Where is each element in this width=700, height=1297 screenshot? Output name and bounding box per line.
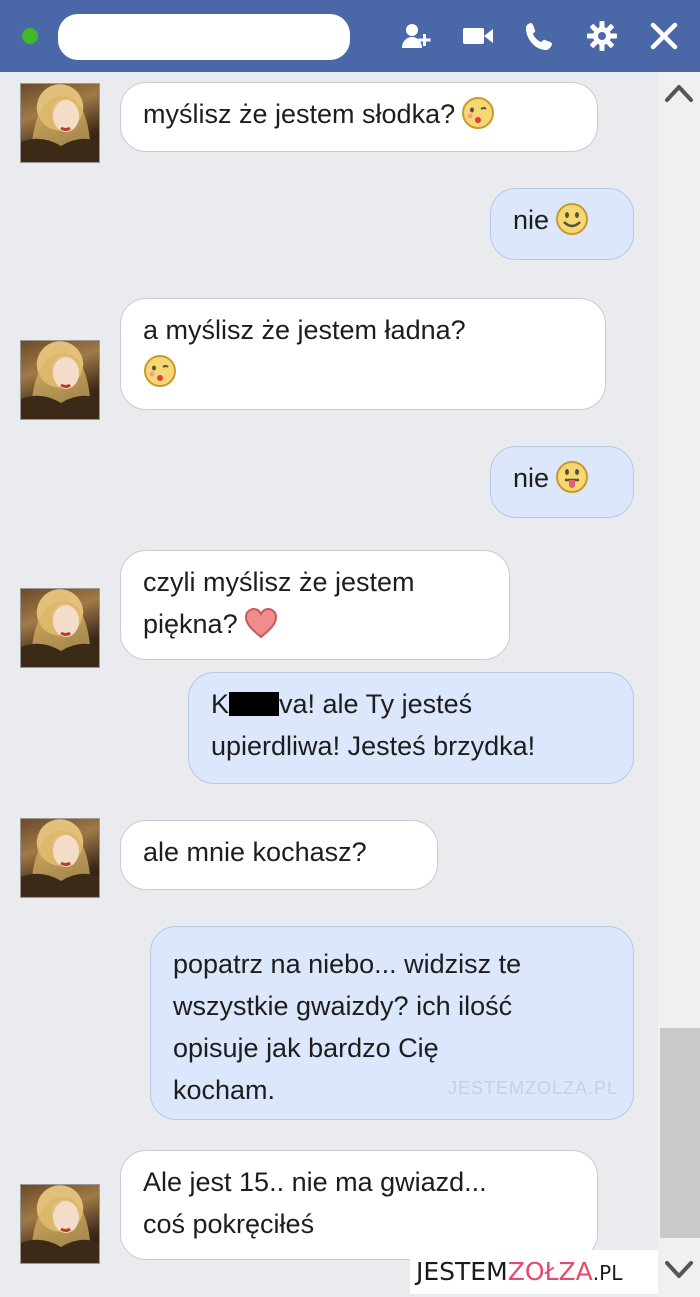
message-text: czyli myślisz że jestem — [143, 567, 415, 597]
censor-bar — [229, 692, 280, 716]
message-text: nie — [513, 463, 550, 493]
message-text: wszystkie gwaizdy? ich ilość — [173, 991, 513, 1021]
message-bubble-incoming: czyli myślisz że jestem piękna? — [120, 550, 510, 660]
sender-avatar — [20, 818, 100, 898]
tongue-face-emoji-icon — [555, 460, 589, 494]
message-text: piękna? — [143, 609, 238, 639]
sender-avatar — [20, 340, 100, 420]
message-bubble-incoming: a myślisz że jestem ładna? — [120, 298, 606, 410]
message-text: coś pokręciłeś — [143, 1209, 315, 1239]
message-text: myślisz że jestem słodka? — [143, 99, 456, 129]
message-text: ale mnie kochasz? — [143, 837, 367, 867]
message-text: nie — [513, 205, 550, 235]
message-text: popatrz na niebo... widzisz te — [173, 949, 522, 979]
message-bubble-outgoing: Kva! ale Ty jesteś upierdliwa! Jesteś br… — [188, 672, 634, 784]
message-text: a myślisz że jestem ładna? — [143, 315, 466, 345]
chat-titlebar — [0, 0, 700, 72]
kiss-face-emoji-icon — [461, 96, 495, 130]
message-bubble-incoming: Ale jest 15.. nie ma gwiazd... coś pokrę… — [120, 1150, 598, 1260]
online-status-dot — [22, 28, 38, 44]
message-text: va! ale Ty jesteś — [279, 689, 473, 719]
message-text: Ale jest 15.. nie ma gwiazd... — [143, 1167, 487, 1197]
message-bubble-outgoing: nie — [490, 446, 634, 518]
message-text: opisuje jak bardzo Cię — [173, 1033, 439, 1063]
scrollbar-thumb[interactable] — [660, 1028, 700, 1238]
sender-avatar — [20, 1184, 100, 1264]
watermark-inline: JESTEMZOLZA.PL — [448, 1078, 619, 1098]
scroll-down-arrow-icon[interactable] — [662, 1255, 696, 1285]
site-logo: JESTEMZOŁZA.PL — [410, 1250, 658, 1294]
sender-avatar — [20, 588, 100, 668]
close-icon[interactable] — [648, 20, 680, 52]
smile-face-emoji-icon — [555, 202, 589, 236]
add-people-icon[interactable] — [400, 20, 432, 52]
scroll-up-arrow-icon[interactable] — [662, 78, 696, 108]
message-text: K — [211, 689, 230, 719]
message-bubble-incoming: myślisz że jestem słodka? — [120, 82, 598, 152]
message-bubble-incoming: ale mnie kochasz? — [120, 820, 438, 890]
contact-name-redacted — [58, 14, 350, 60]
video-call-icon[interactable] — [462, 20, 494, 52]
kiss-face-emoji-icon — [143, 354, 177, 388]
phone-call-icon[interactable] — [524, 20, 556, 52]
heart-emoji-icon — [244, 606, 278, 640]
sender-avatar — [20, 83, 100, 163]
message-text: upierdliwa! Jesteś brzydka! — [211, 731, 536, 761]
settings-gear-icon[interactable] — [586, 20, 618, 52]
message-bubble-outgoing: nie — [490, 188, 634, 260]
